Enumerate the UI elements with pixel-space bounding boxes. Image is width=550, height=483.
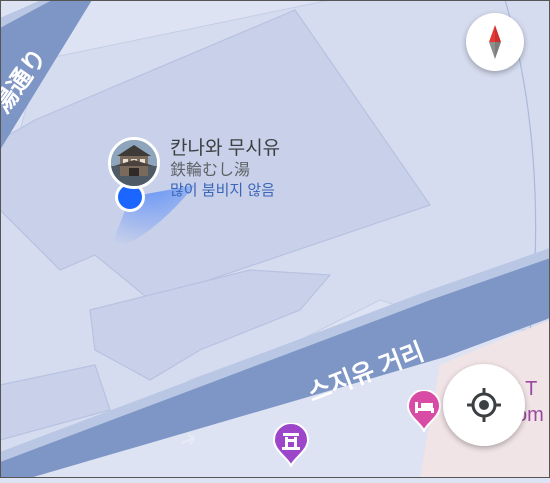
bathhouse-photo-image (111, 140, 157, 186)
place-busyness: 많이 붐비지 않음 (170, 182, 275, 199)
my-location-icon (467, 388, 501, 422)
place-name: 칸나와 무시유 (170, 138, 281, 159)
shrine-gate-icon[interactable] (273, 423, 309, 467)
compass-button[interactable] (466, 13, 524, 71)
compass-icon (489, 25, 501, 59)
bathhouse-photo[interactable] (108, 137, 160, 189)
place-label[interactable]: 칸나와 무시유 鉄輪むし湯 많이 붐비지 않음 (170, 137, 280, 201)
hotel-bed-icon[interactable] (407, 390, 441, 432)
my-location-button[interactable] (443, 364, 525, 446)
place-subtitle: 鉄輪むし湯 (170, 162, 251, 179)
